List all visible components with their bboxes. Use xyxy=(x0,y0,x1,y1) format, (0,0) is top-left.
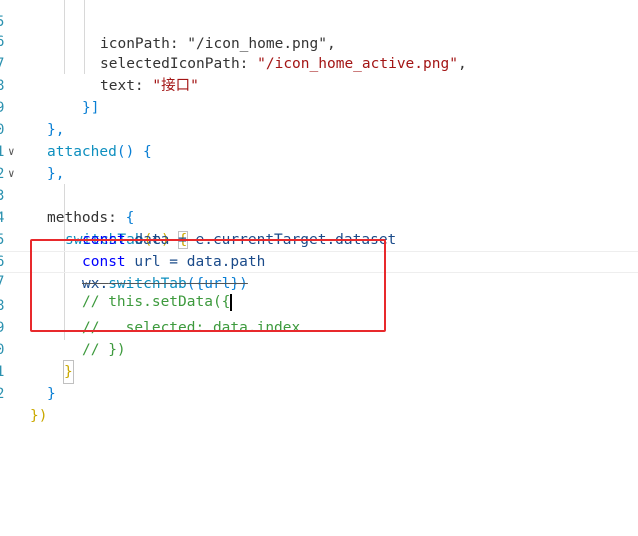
code-line: 6 selectedIconPath: "/icon_home_active.p… xyxy=(0,9,638,72)
code-line: 5 const url = data.path xyxy=(0,207,638,270)
code-line: 7 text: "接口" xyxy=(0,31,638,94)
bracket: } xyxy=(47,386,56,402)
code-line: 1 } xyxy=(0,339,638,402)
code-editor[interactable]: 5 iconPath: "/icon_home.png", 6 selected… xyxy=(0,0,638,536)
code-line: 2 ∨ methods: { xyxy=(0,141,638,226)
line-number: 2 xyxy=(0,386,5,402)
chevron-down-icon[interactable]: ∨ xyxy=(8,163,22,185)
code-line: 1 }, xyxy=(0,119,638,182)
code-line: 0 attached() { xyxy=(0,97,638,160)
annotation-highlight-box xyxy=(30,239,386,332)
code-line: 4 const data = e.currentTarget.dataset xyxy=(0,185,638,248)
bracket: }) xyxy=(30,408,48,424)
code-line: 2 }) xyxy=(0,361,638,424)
chevron-down-icon[interactable]: ∨ xyxy=(8,141,22,163)
code-line: 8 }] xyxy=(0,53,638,116)
code-line: 9 }, xyxy=(0,75,638,138)
code-line: 3 ∨ switchTab(e) { xyxy=(0,163,638,249)
